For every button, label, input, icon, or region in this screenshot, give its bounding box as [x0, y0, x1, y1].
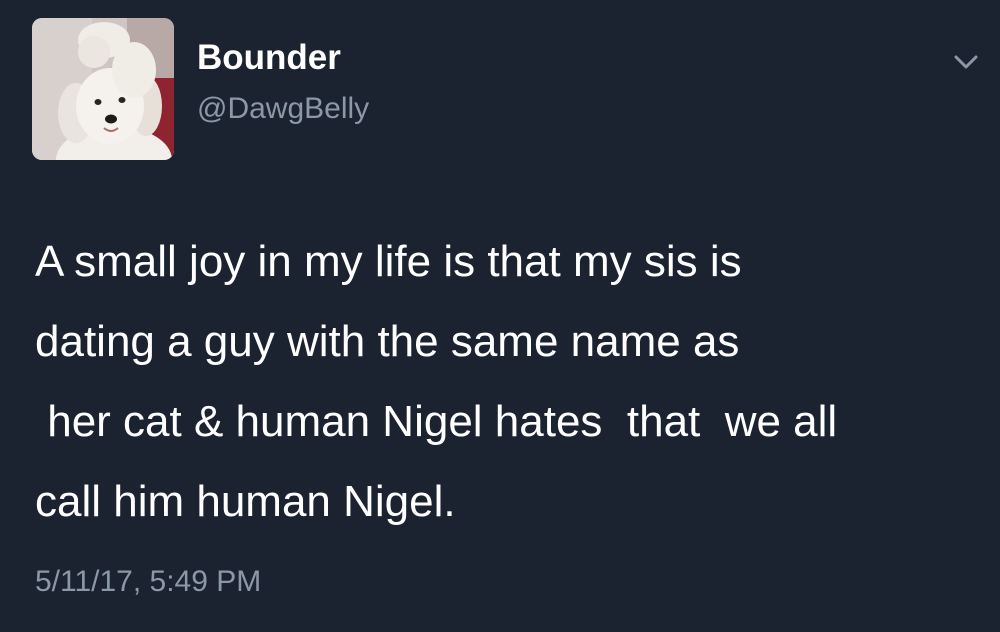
tweet-menu-button[interactable] — [948, 48, 984, 78]
tweet-text-line: call him human Nigel. — [35, 477, 456, 526]
tweet-text: A small joy in my life is that my sis is… — [35, 222, 995, 542]
tweet-text-line: her cat & human Nigel hates that we all — [35, 397, 838, 446]
display-name[interactable]: Bounder — [197, 40, 341, 75]
tweet-timestamp[interactable]: 5/11/17, 5:49 PM — [35, 567, 261, 597]
username-handle[interactable]: @DawgBelly — [197, 94, 369, 124]
tweet: Bounder @DawgBelly A small joy in my lif… — [0, 0, 1000, 632]
chevron-down-icon — [954, 55, 978, 69]
dog-avatar-icon — [32, 18, 174, 160]
tweet-text-line: A small joy in my life is that my sis is — [35, 237, 742, 286]
avatar[interactable] — [32, 18, 174, 160]
tweet-text-line: dating a guy with the same name as — [35, 317, 740, 366]
